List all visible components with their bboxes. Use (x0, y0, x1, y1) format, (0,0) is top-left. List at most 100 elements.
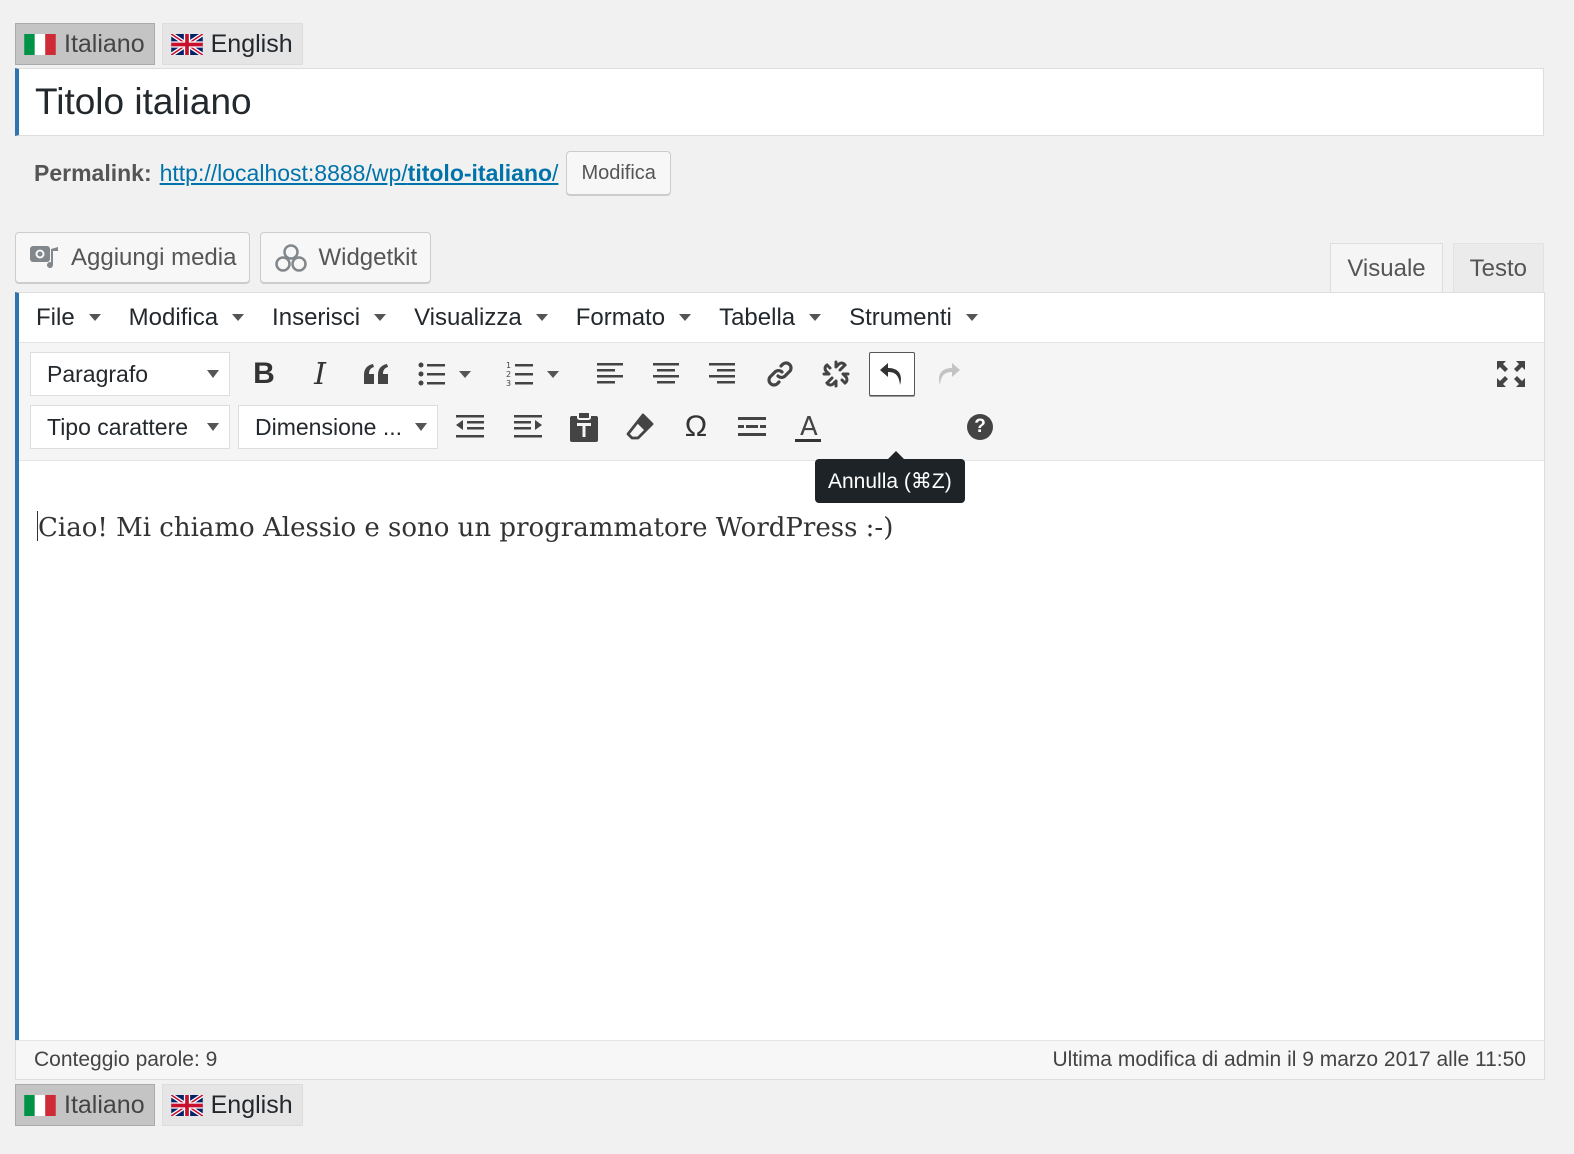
chevron-down-icon (965, 314, 978, 321)
chevron-down-icon (535, 314, 548, 321)
clear-formatting-icon (625, 412, 655, 442)
editor-menubar: File Modifica Inserisci Visualizza Forma… (19, 293, 1544, 343)
add-media-button[interactable]: Aggiungi media (15, 232, 251, 283)
permalink-row: Permalink: http://localhost:8888/wp/tito… (34, 150, 671, 196)
svg-text:A: A (800, 412, 818, 442)
editor-mode-tabs: Visuale Testo (1330, 243, 1544, 294)
help-button[interactable]: ? (963, 405, 997, 449)
post-title-input[interactable] (35, 81, 1543, 123)
widgetkit-button[interactable]: Widgetkit (260, 232, 432, 283)
svg-text:2: 2 (506, 370, 511, 379)
editor-toolbar: Paragrafo B I 123 Tipo carattere Dimensi… (19, 343, 1544, 503)
menu-strumenti-label: Strumenti (849, 303, 952, 331)
align-center-button[interactable] (643, 352, 689, 396)
menu-tabella[interactable]: Tabella (719, 304, 822, 332)
undo-button[interactable] (869, 352, 915, 396)
bold-icon: B (253, 357, 275, 390)
link-button[interactable] (757, 352, 803, 396)
numbered-list-icon: 123 (506, 360, 534, 388)
special-character-icon: Ω (684, 410, 708, 443)
font-size-select[interactable]: Dimensione ... (238, 405, 438, 449)
flag-italy-icon (24, 33, 56, 55)
add-media-label: Aggiungi media (71, 243, 237, 271)
text-color-button[interactable]: A (785, 405, 831, 449)
align-right-button[interactable] (699, 352, 745, 396)
numbered-list-button[interactable]: 123 (497, 352, 543, 396)
redo-icon (933, 359, 963, 389)
permalink-slug: titolo-italiano (407, 159, 553, 186)
bullet-list-icon (418, 361, 446, 387)
italic-button[interactable]: I (297, 352, 343, 396)
menu-formato[interactable]: Formato (575, 303, 692, 332)
align-left-button[interactable] (587, 352, 633, 396)
menu-modifica[interactable]: Modifica (128, 303, 245, 332)
lang-tab-label: English (210, 1090, 293, 1119)
paste-text-button[interactable] (561, 405, 607, 449)
tab-text[interactable]: Testo (1452, 243, 1544, 294)
svg-text:3: 3 (506, 379, 511, 388)
editor-statusbar: Conteggio parole: 9 Ultima modifica di a… (15, 1040, 1545, 1080)
chevron-down-icon (207, 423, 219, 431)
menu-file-label: File (36, 303, 75, 331)
numbered-list-dropdown[interactable] (539, 352, 567, 396)
paste-text-icon (569, 411, 599, 443)
tab-visual[interactable]: Visuale (1330, 243, 1443, 294)
permalink-label: Permalink: (34, 159, 152, 186)
lang-tab-label: Italiano (64, 1090, 145, 1119)
content-paragraph: Ciao! Mi chiamo Alessio e sono un progra… (38, 513, 894, 543)
bullet-list-button[interactable] (409, 352, 455, 396)
menu-modifica-label: Modifica (128, 303, 219, 331)
blockquote-button[interactable] (353, 352, 399, 396)
fullscreen-icon (1496, 360, 1526, 388)
font-family-select[interactable]: Tipo carattere (30, 405, 230, 449)
permalink-edit-button[interactable]: Modifica (566, 151, 671, 195)
fullscreen-button[interactable] (1488, 352, 1534, 396)
permalink-link[interactable]: http://localhost:8888/wp/titolo-italiano… (160, 160, 559, 187)
format-select-value: Paragrafo (47, 360, 149, 387)
media-buttons: Aggiungi media Widgetkit (15, 232, 432, 283)
chevron-down-icon (88, 314, 101, 321)
menu-formato-label: Formato (575, 303, 666, 331)
editor-content[interactable]: Ciao! Mi chiamo Alessio e sono un progra… (37, 511, 1524, 543)
format-select[interactable]: Paragrafo (30, 352, 230, 396)
indent-button[interactable] (505, 405, 551, 449)
chevron-down-icon (459, 370, 471, 378)
blockquote-icon (361, 362, 391, 386)
menu-inserisci[interactable]: Inserisci (272, 303, 387, 332)
permalink-url-suffix: / (552, 159, 559, 186)
menu-visualizza[interactable]: Visualizza (414, 304, 548, 332)
bold-button[interactable]: B (241, 352, 287, 396)
menu-inserisci-label: Inserisci (272, 303, 361, 331)
help-icon: ? (967, 414, 993, 440)
menu-file[interactable]: File (36, 304, 101, 332)
text-color-icon: A (793, 411, 823, 443)
word-count: Conteggio parole: 9 (34, 1048, 218, 1071)
italic-icon: I (314, 356, 326, 392)
clear-formatting-button[interactable] (617, 405, 663, 449)
special-character-button[interactable]: Ω (673, 405, 719, 449)
lang-tab-english[interactable]: English (161, 23, 303, 65)
lang-tab-english-bottom[interactable]: English (161, 1084, 303, 1126)
chevron-down-icon (232, 314, 245, 321)
undo-tooltip: Annulla (⌘Z) (815, 451, 965, 503)
bullet-list-dropdown[interactable] (451, 352, 479, 396)
link-icon (764, 358, 796, 390)
svg-text:1: 1 (506, 361, 511, 370)
lang-tab-italiano[interactable]: Italiano (15, 23, 155, 65)
lang-tab-label: English (210, 29, 293, 58)
language-tabs-bottom: Italiano English (15, 1084, 303, 1126)
lang-tab-italiano-bottom[interactable]: Italiano (15, 1084, 155, 1126)
align-right-icon (708, 362, 736, 386)
indent-icon (513, 414, 543, 440)
outdent-button[interactable] (447, 405, 493, 449)
chevron-down-icon (415, 423, 427, 431)
unlink-icon (820, 358, 852, 390)
tinymce-editor: File Modifica Inserisci Visualizza Forma… (15, 292, 1545, 1080)
menu-strumenti[interactable]: Strumenti (849, 304, 978, 332)
redo-button[interactable] (925, 352, 971, 396)
chevron-down-icon (679, 314, 692, 321)
chevron-down-icon (207, 370, 219, 378)
last-edit-info: Ultima modifica di admin il 9 marzo 2017… (1052, 1048, 1526, 1071)
horizontal-line-button[interactable] (729, 405, 775, 449)
unlink-button[interactable] (813, 352, 859, 396)
